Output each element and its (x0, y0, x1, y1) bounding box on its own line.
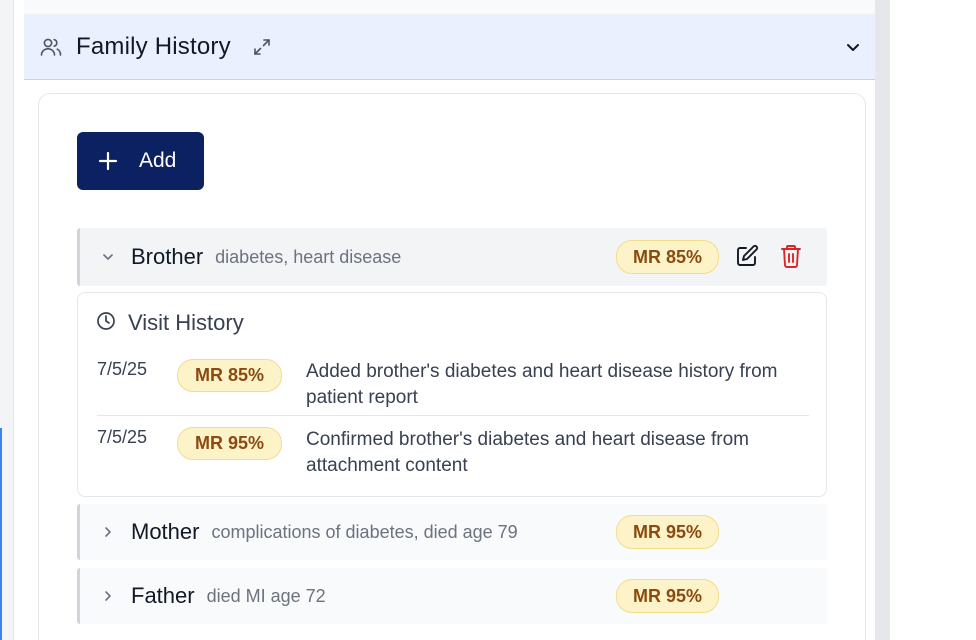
row-actions (734, 243, 804, 269)
clock-icon (96, 311, 116, 336)
mr-confidence-badge: MR 95% (616, 515, 720, 549)
section-title: Family History (76, 33, 231, 60)
mr-confidence-badge: MR 95% (177, 427, 283, 460)
member-conditions: diabetes, heart disease (215, 246, 402, 267)
visit-history-heading: Visit History (96, 310, 244, 336)
collapse-section-chevron-icon[interactable] (841, 35, 865, 59)
mr-confidence-badge: MR 95% (616, 579, 720, 613)
trash-icon[interactable] (778, 243, 804, 269)
users-icon (38, 34, 64, 60)
previous-section-edge (24, 0, 875, 15)
member-conditions: died MI age 72 (206, 585, 326, 606)
edit-icon[interactable] (734, 243, 760, 269)
member-relation: Brother (131, 244, 204, 269)
visit-history-title: Visit History (128, 310, 244, 335)
visit-history-panel: Visit History 7/5/25 MR 85% Added brothe… (77, 292, 827, 497)
chevron-right-icon[interactable] (98, 586, 118, 606)
visit-entry: 7/5/25 MR 85% Added brother's diabetes a… (97, 359, 809, 416)
member-relation: Father (131, 583, 195, 608)
family-member-row-mother[interactable]: Mother complications of diabetes, died a… (77, 504, 827, 560)
chevron-down-icon[interactable] (98, 247, 118, 267)
mr-confidence-badge: MR 85% (177, 359, 283, 392)
family-history-header[interactable]: Family History (24, 15, 875, 80)
expand-icon[interactable] (251, 36, 273, 58)
add-family-member-button[interactable]: Add (77, 132, 204, 190)
family-member-row-father[interactable]: Father died MI age 72 MR 95% (77, 568, 827, 624)
visit-note: Added brother's diabetes and heart disea… (306, 361, 778, 408)
visit-date: 7/5/25 (97, 427, 148, 447)
family-member-row-brother[interactable]: Brother diabetes, heart disease MR 85% (77, 228, 827, 286)
member-relation: Mother (131, 519, 200, 544)
family-history-card: Add Brother diabetes, heart disease MR 8… (38, 93, 866, 640)
visit-note: Confirmed brother's diabetes and heart d… (306, 429, 749, 476)
plus-icon (97, 151, 119, 171)
scrollbar-track[interactable] (875, 0, 890, 640)
mr-confidence-badge: MR 85% (616, 240, 720, 274)
visit-entry: 7/5/25 MR 95% Confirmed brother's diabet… (97, 427, 809, 484)
member-conditions: complications of diabetes, died age 79 (211, 521, 518, 542)
left-panel-accent (0, 428, 2, 640)
family-history-panel: Family History Add Brother diabetes, hea… (24, 0, 875, 640)
visit-date: 7/5/25 (97, 359, 148, 379)
add-button-label: Add (139, 149, 177, 172)
left-panel-edge (0, 0, 14, 640)
chevron-right-icon[interactable] (98, 522, 118, 542)
